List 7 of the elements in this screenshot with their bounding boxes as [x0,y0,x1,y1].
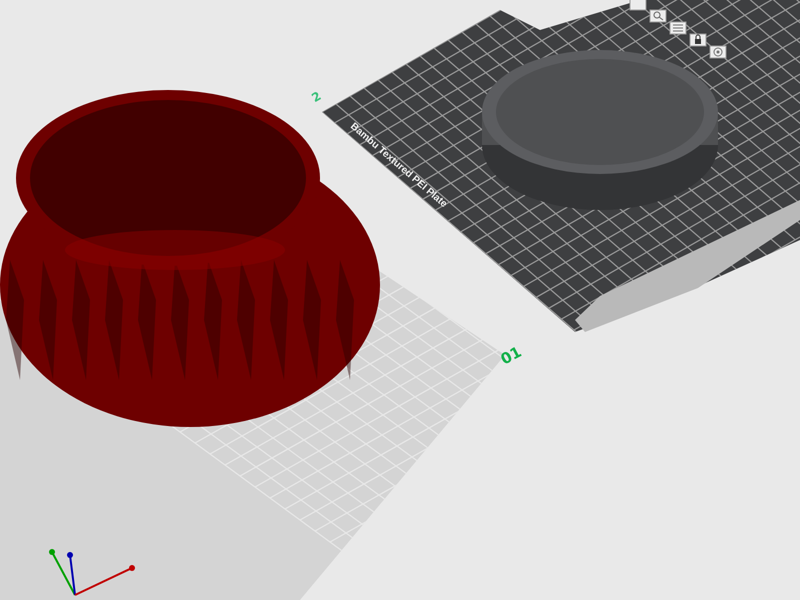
axes-icon [49,549,135,596]
lock-icon[interactable] [690,34,706,46]
list-icon[interactable] [670,22,686,34]
search-icon[interactable] [650,10,666,22]
plate-number-label: 2 [309,88,324,106]
settings-icon[interactable] [710,46,726,58]
plate-number-label: 01 [498,342,525,368]
